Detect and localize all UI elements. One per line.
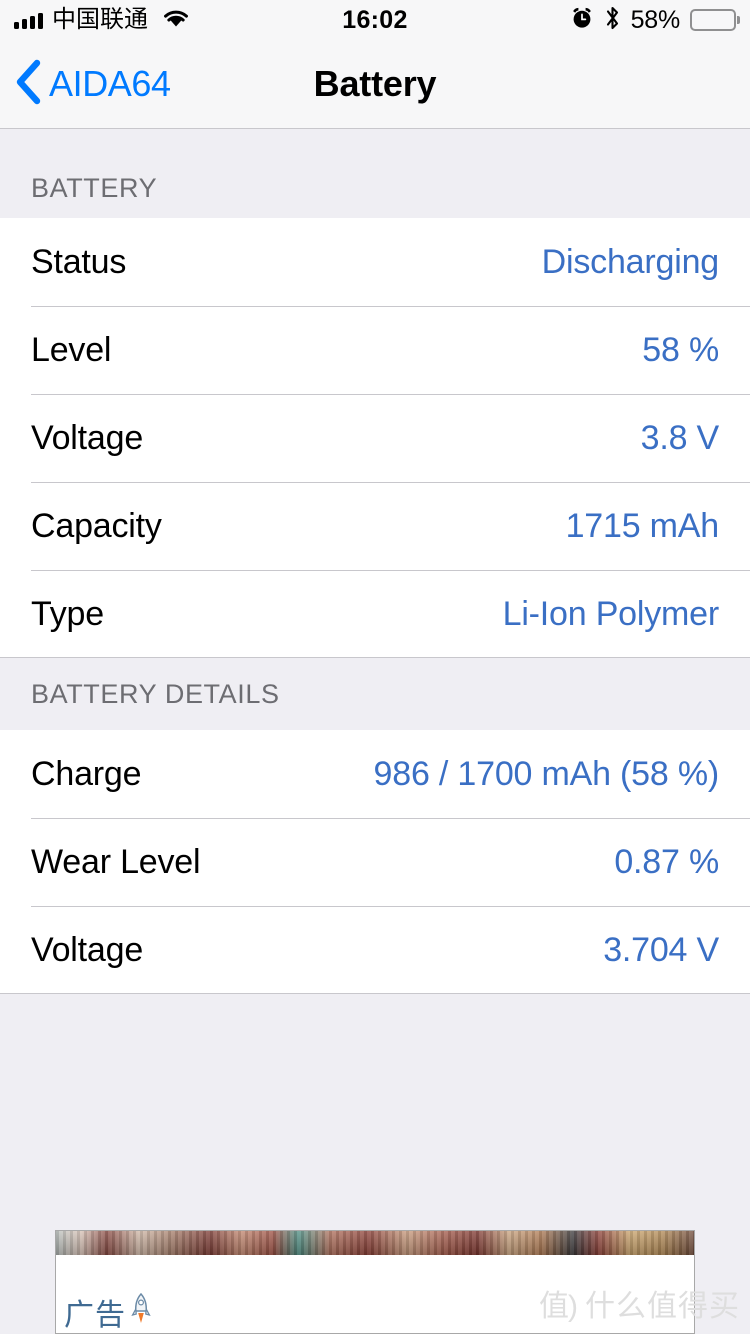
table-row[interactable]: Level 58 %: [0, 306, 750, 394]
table-row[interactable]: Status Discharging: [0, 218, 750, 306]
alarm-clock-icon: [570, 6, 594, 35]
ad-body: 广告: [56, 1255, 694, 1333]
rocket-icon: [130, 1292, 152, 1331]
row-label: Level: [31, 330, 112, 369]
status-bar-right: 58%: [570, 5, 736, 36]
table-row[interactable]: Type Li-Ion Polymer: [0, 570, 750, 658]
row-value: 1715 mAh: [565, 506, 720, 545]
row-value: 986 / 1700 mAh (58 %): [373, 754, 720, 793]
ad-area: 广告 值) 什么值得买: [0, 1230, 750, 1334]
bluetooth-icon: [604, 5, 621, 36]
row-value: 58 %: [642, 330, 719, 369]
row-label: Type: [31, 594, 104, 633]
row-label: Status: [31, 242, 127, 281]
section-header-battery-details: BATTERY DETAILS: [0, 658, 750, 730]
chevron-left-icon: [14, 59, 42, 110]
carrier-label: 中国联通: [52, 6, 148, 33]
section-header-battery: BATTERY: [0, 129, 750, 218]
row-value: 3.8 V: [640, 418, 720, 457]
row-label: Capacity: [31, 506, 162, 545]
ad-banner[interactable]: 广告: [55, 1230, 695, 1334]
battery-percent-label: 58%: [630, 5, 681, 34]
section-group-battery: Status Discharging Level 58 % Voltage 3.…: [0, 218, 750, 658]
row-value: Discharging: [541, 242, 720, 281]
battery-icon: [690, 9, 736, 31]
back-button[interactable]: AIDA64: [0, 59, 171, 110]
row-value: Li-Ion Polymer: [502, 594, 720, 633]
row-value: 0.87 %: [614, 842, 719, 881]
table-row[interactable]: Voltage 3.8 V: [0, 394, 750, 482]
ad-label-text: 广告: [64, 1299, 126, 1332]
row-label: Voltage: [31, 930, 144, 969]
ad-image: [56, 1231, 694, 1255]
wifi-icon: [161, 7, 191, 34]
settings-table[interactable]: BATTERY Status Discharging Level 58 % Vo…: [0, 129, 750, 1334]
table-row[interactable]: Wear Level 0.87 %: [0, 818, 750, 906]
row-label: Wear Level: [31, 842, 201, 881]
table-row[interactable]: Charge 986 / 1700 mAh (58 %): [0, 730, 750, 818]
navigation-bar: AIDA64 Battery: [0, 40, 750, 129]
status-bar-left: 中国联通: [14, 7, 191, 34]
section-group-battery-details: Charge 986 / 1700 mAh (58 %) Wear Level …: [0, 730, 750, 994]
signal-bars-icon: [14, 12, 43, 29]
row-label: Voltage: [31, 418, 144, 457]
back-button-label: AIDA64: [49, 63, 171, 104]
ad-label: 广告: [64, 1292, 152, 1331]
status-bar: 中国联通 16:02 58%: [0, 0, 750, 40]
phone-screen: 中国联通 16:02 58% AIDA64 Battery BATTERY St…: [0, 0, 750, 1334]
row-value: 3.704 V: [603, 930, 719, 969]
table-row[interactable]: Voltage 3.704 V: [0, 906, 750, 994]
row-label: Charge: [31, 754, 142, 793]
table-row[interactable]: Capacity 1715 mAh: [0, 482, 750, 570]
